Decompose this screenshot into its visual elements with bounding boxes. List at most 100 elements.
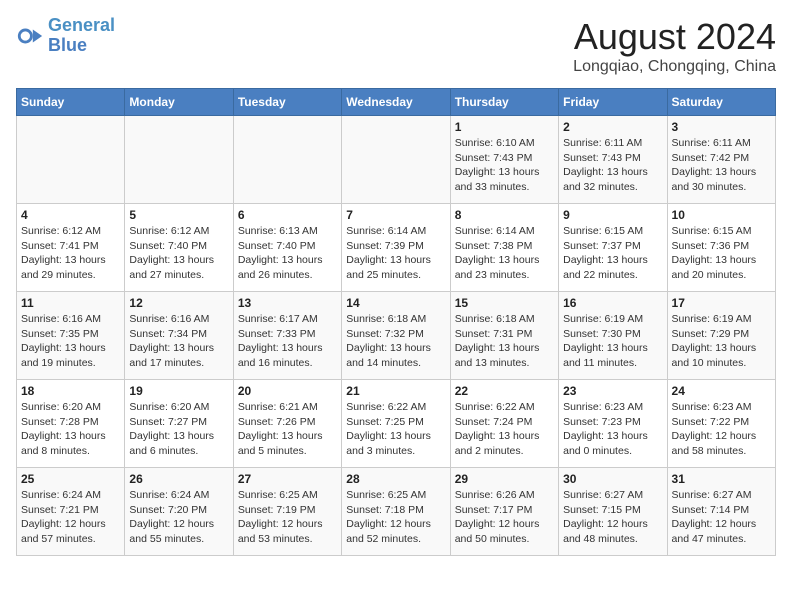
day-info: Sunrise: 6:25 AMSunset: 7:18 PMDaylight:… <box>346 488 445 547</box>
day-cell: 4Sunrise: 6:12 AMSunset: 7:41 PMDaylight… <box>17 204 125 292</box>
day-info: Sunrise: 6:14 AMSunset: 7:39 PMDaylight:… <box>346 224 445 283</box>
day-info: Sunrise: 6:12 AMSunset: 7:41 PMDaylight:… <box>21 224 120 283</box>
day-number: 29 <box>455 472 554 486</box>
day-number: 17 <box>672 296 771 310</box>
day-info: Sunrise: 6:13 AMSunset: 7:40 PMDaylight:… <box>238 224 337 283</box>
day-cell: 3Sunrise: 6:11 AMSunset: 7:42 PMDaylight… <box>667 116 775 204</box>
header-cell-saturday: Saturday <box>667 89 775 116</box>
day-cell: 30Sunrise: 6:27 AMSunset: 7:15 PMDayligh… <box>559 468 667 556</box>
day-number: 14 <box>346 296 445 310</box>
day-cell: 13 Sunrise: 6:17 AMSunset: 7:33 PMDayligh… <box>233 292 341 380</box>
week-row-2: 4Sunrise: 6:12 AMSunset: 7:41 PMDaylight… <box>17 204 776 292</box>
day-cell <box>125 116 233 204</box>
logo-line1: General <box>48 15 115 35</box>
day-info: Sunrise: 6:23 AMSunset: 7:23 PMDaylight:… <box>563 400 662 459</box>
day-cell: 28 Sunrise: 6:25 AMSunset: 7:18 PMDayligh… <box>342 468 450 556</box>
day-cell: 31 Sunrise: 6:27 AMSunset: 7:14 PMDayligh… <box>667 468 775 556</box>
day-number: 24 <box>672 384 771 398</box>
header-cell-wednesday: Wednesday <box>342 89 450 116</box>
header-cell-tuesday: Tuesday <box>233 89 341 116</box>
day-info: Sunrise: 6:21 AMSunset: 7:26 PMDaylight:… <box>238 400 337 459</box>
day-info: Sunrise: 6:14 AMSunset: 7:38 PMDaylight:… <box>455 224 554 283</box>
day-number: 28 <box>346 472 445 486</box>
day-info: Sunrise: 6:18 AMSunset: 7:32 PMDaylight:… <box>346 312 445 371</box>
day-number: 12 <box>129 296 228 310</box>
day-info: Sunrise: 6:24 AMSunset: 7:21 PMDaylight:… <box>21 488 120 547</box>
page-title: August 2024 <box>573 16 776 58</box>
day-number: 8 <box>455 208 554 222</box>
day-cell: 6 Sunrise: 6:13 AMSunset: 7:40 PMDaylight… <box>233 204 341 292</box>
logo-text: General Blue <box>48 16 115 56</box>
day-info: Sunrise: 6:24 AMSunset: 7:20 PMDaylight:… <box>129 488 228 547</box>
day-number: 21 <box>346 384 445 398</box>
day-cell: 5Sunrise: 6:12 AMSunset: 7:40 PMDaylight… <box>125 204 233 292</box>
day-cell: 20 Sunrise: 6:21 AMSunset: 7:26 PMDayligh… <box>233 380 341 468</box>
day-info: Sunrise: 6:20 AMSunset: 7:27 PMDaylight:… <box>129 400 228 459</box>
logo-icon <box>16 22 44 50</box>
day-number: 26 <box>129 472 228 486</box>
day-cell: 16Sunrise: 6:19 AMSunset: 7:30 PMDayligh… <box>559 292 667 380</box>
day-cell: 10 Sunrise: 6:15 AMSunset: 7:36 PMDayligh… <box>667 204 775 292</box>
day-info: Sunrise: 6:11 AMSunset: 7:43 PMDaylight:… <box>563 136 662 195</box>
day-number: 20 <box>238 384 337 398</box>
day-cell: 19 Sunrise: 6:20 AMSunset: 7:27 PMDayligh… <box>125 380 233 468</box>
day-number: 3 <box>672 120 771 134</box>
page-header: General Blue August 2024 Longqiao, Chong… <box>16 16 776 76</box>
day-info: Sunrise: 6:15 AMSunset: 7:36 PMDaylight:… <box>672 224 771 283</box>
day-number: 13 <box>238 296 337 310</box>
day-info: Sunrise: 6:22 AMSunset: 7:25 PMDaylight:… <box>346 400 445 459</box>
day-info: Sunrise: 6:16 AMSunset: 7:35 PMDaylight:… <box>21 312 120 371</box>
day-number: 2 <box>563 120 662 134</box>
day-info: Sunrise: 6:18 AMSunset: 7:31 PMDaylight:… <box>455 312 554 371</box>
day-cell: 9Sunrise: 6:15 AMSunset: 7:37 PMDaylight… <box>559 204 667 292</box>
day-number: 7 <box>346 208 445 222</box>
page-subtitle: Longqiao, Chongqing, China <box>573 58 776 76</box>
header-cell-monday: Monday <box>125 89 233 116</box>
day-number: 23 <box>563 384 662 398</box>
day-number: 6 <box>238 208 337 222</box>
day-info: Sunrise: 6:25 AMSunset: 7:19 PMDaylight:… <box>238 488 337 547</box>
day-info: Sunrise: 6:27 AMSunset: 7:14 PMDaylight:… <box>672 488 771 547</box>
day-cell: 23 Sunrise: 6:23 AMSunset: 7:23 PMDayligh… <box>559 380 667 468</box>
day-info: Sunrise: 6:23 AMSunset: 7:22 PMDaylight:… <box>672 400 771 459</box>
day-cell: 27Sunrise: 6:25 AMSunset: 7:19 PMDayligh… <box>233 468 341 556</box>
day-cell: 21 Sunrise: 6:22 AMSunset: 7:25 PMDayligh… <box>342 380 450 468</box>
logo: General Blue <box>16 16 115 56</box>
day-cell: 1 Sunrise: 6:10 AMSunset: 7:43 PMDaylight… <box>450 116 558 204</box>
day-info: Sunrise: 6:16 AMSunset: 7:34 PMDaylight:… <box>129 312 228 371</box>
day-cell: 24 Sunrise: 6:23 AMSunset: 7:22 PMDayligh… <box>667 380 775 468</box>
day-number: 18 <box>21 384 120 398</box>
day-number: 19 <box>129 384 228 398</box>
day-cell: 12 Sunrise: 6:16 AMSunset: 7:34 PMDayligh… <box>125 292 233 380</box>
day-number: 1 <box>455 120 554 134</box>
day-number: 9 <box>563 208 662 222</box>
day-info: Sunrise: 6:22 AMSunset: 7:24 PMDaylight:… <box>455 400 554 459</box>
header-cell-friday: Friday <box>559 89 667 116</box>
day-number: 5 <box>129 208 228 222</box>
day-number: 10 <box>672 208 771 222</box>
week-row-5: 25Sunrise: 6:24 AMSunset: 7:21 PMDayligh… <box>17 468 776 556</box>
header-row: SundayMondayTuesdayWednesdayThursdayFrid… <box>17 89 776 116</box>
day-number: 31 <box>672 472 771 486</box>
title-block: August 2024 Longqiao, Chongqing, China <box>573 16 776 76</box>
header-cell-sunday: Sunday <box>17 89 125 116</box>
day-number: 30 <box>563 472 662 486</box>
day-cell: 7 Sunrise: 6:14 AMSunset: 7:39 PMDaylight… <box>342 204 450 292</box>
day-cell: 26 Sunrise: 6:24 AMSunset: 7:20 PMDayligh… <box>125 468 233 556</box>
day-cell <box>342 116 450 204</box>
day-cell: 14 Sunrise: 6:18 AMSunset: 7:32 PMDayligh… <box>342 292 450 380</box>
day-number: 22 <box>455 384 554 398</box>
calendar-body: 1 Sunrise: 6:10 AMSunset: 7:43 PMDaylight… <box>17 116 776 556</box>
day-cell: 11 Sunrise: 6:16 AMSunset: 7:35 PMDayligh… <box>17 292 125 380</box>
calendar-header: SundayMondayTuesdayWednesdayThursdayFrid… <box>17 89 776 116</box>
day-info: Sunrise: 6:10 AMSunset: 7:43 PMDaylight:… <box>455 136 554 195</box>
week-row-4: 18 Sunrise: 6:20 AMSunset: 7:28 PMDayligh… <box>17 380 776 468</box>
week-row-1: 1 Sunrise: 6:10 AMSunset: 7:43 PMDaylight… <box>17 116 776 204</box>
day-cell: 17Sunrise: 6:19 AMSunset: 7:29 PMDayligh… <box>667 292 775 380</box>
day-cell: 22 Sunrise: 6:22 AMSunset: 7:24 PMDayligh… <box>450 380 558 468</box>
day-number: 11 <box>21 296 120 310</box>
day-cell: 18 Sunrise: 6:20 AMSunset: 7:28 PMDayligh… <box>17 380 125 468</box>
day-info: Sunrise: 6:20 AMSunset: 7:28 PMDaylight:… <box>21 400 120 459</box>
day-cell: 8 Sunrise: 6:14 AMSunset: 7:38 PMDaylight… <box>450 204 558 292</box>
day-info: Sunrise: 6:17 AMSunset: 7:33 PMDaylight:… <box>238 312 337 371</box>
